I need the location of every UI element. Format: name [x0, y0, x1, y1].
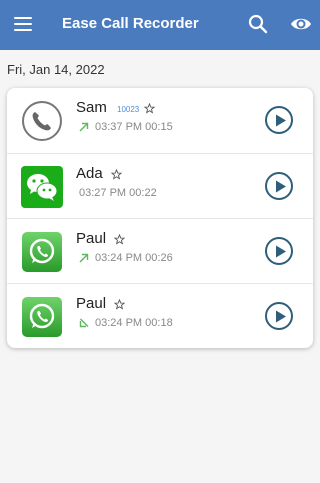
contact-name: Paul	[76, 230, 107, 247]
star-icon[interactable]	[144, 103, 155, 114]
call-time: 03:24 PM	[95, 252, 143, 264]
recordings-list: Sam 10023 03:37 PM 00:15 Ada 03:27 PM 00…	[7, 88, 313, 348]
call-time: 03:27 PM	[79, 187, 127, 199]
eye-icon[interactable]	[290, 15, 312, 33]
call-duration: 00:18	[145, 317, 173, 329]
search-icon[interactable]	[248, 14, 268, 34]
list-item[interactable]: Paul 03:24 PM 00:18	[7, 283, 313, 348]
app-bar: Ease Call Recorder	[0, 0, 320, 50]
wechat-icon	[21, 166, 63, 208]
call-duration: 00:22	[129, 187, 157, 199]
incoming-arrow-icon	[79, 318, 89, 328]
menu-icon[interactable]	[14, 17, 32, 31]
call-meta: 03:37 PM 00:15	[95, 121, 173, 133]
play-icon	[276, 114, 286, 127]
outgoing-arrow-icon	[79, 122, 89, 132]
play-button[interactable]	[265, 106, 293, 134]
play-button[interactable]	[265, 172, 293, 200]
app-title: Ease Call Recorder	[62, 15, 199, 32]
play-icon	[276, 180, 286, 193]
play-icon	[276, 245, 286, 258]
contact-name: Ada	[76, 165, 103, 182]
phone-icon	[22, 101, 62, 141]
list-item[interactable]: Ada 03:27 PM 00:22	[7, 153, 313, 218]
call-duration: 00:15	[145, 121, 173, 133]
contact-number: 10023	[117, 105, 140, 114]
call-time: 03:24 PM	[95, 317, 143, 329]
call-meta: 03:27 PM 00:22	[79, 187, 157, 199]
call-duration: 00:26	[145, 252, 173, 264]
play-icon	[276, 310, 286, 323]
play-button[interactable]	[265, 302, 293, 330]
contact-name: Paul	[76, 295, 107, 312]
play-button[interactable]	[265, 237, 293, 265]
star-icon[interactable]	[114, 234, 125, 245]
list-item[interactable]: Paul 03:24 PM 00:26	[7, 218, 313, 283]
call-meta: 03:24 PM 00:18	[95, 317, 173, 329]
date-header: Fri, Jan 14, 2022	[7, 62, 105, 77]
call-time: 03:37 PM	[95, 121, 143, 133]
star-icon[interactable]	[114, 299, 125, 310]
whatsapp-icon	[22, 297, 62, 337]
star-icon[interactable]	[111, 169, 122, 180]
whatsapp-icon	[22, 232, 62, 272]
contact-name: Sam	[76, 99, 107, 116]
list-item[interactable]: Sam 10023 03:37 PM 00:15	[7, 88, 313, 153]
outgoing-arrow-icon	[79, 253, 89, 263]
call-meta: 03:24 PM 00:26	[95, 252, 173, 264]
